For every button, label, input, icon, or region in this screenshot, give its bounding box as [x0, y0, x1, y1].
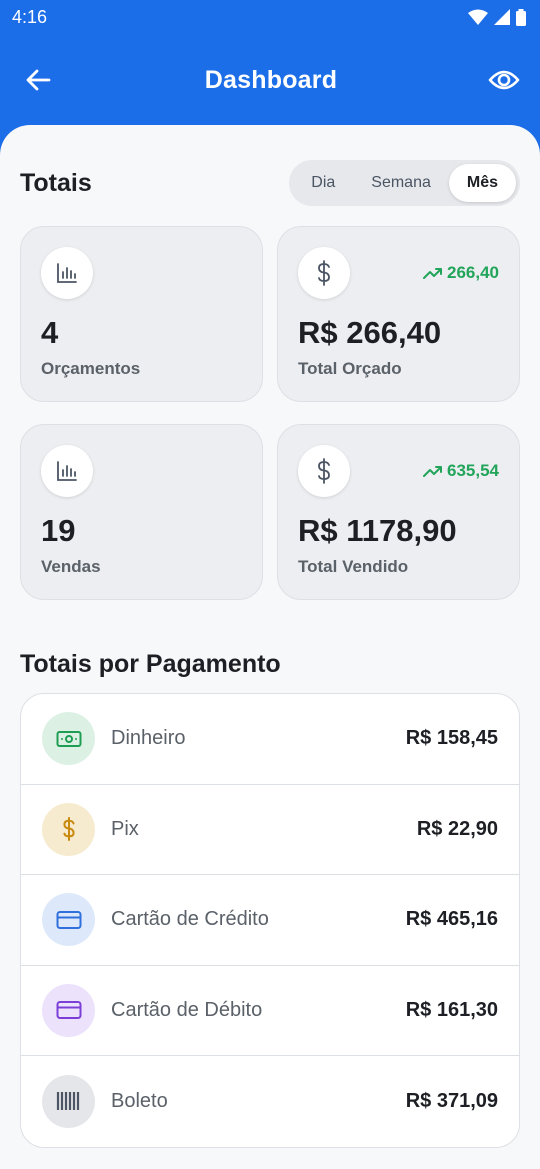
eye-icon — [488, 70, 520, 90]
battery-icon — [516, 8, 526, 26]
payment-icon-wrap — [42, 1074, 95, 1128]
card-value: R$ 266,40 — [298, 315, 442, 350]
payment-row-boleto[interactable]: Boleto R$ 371,09 — [21, 1056, 519, 1147]
totals-header: Totais Dia Semana Mês — [20, 158, 520, 208]
payment-icon-wrap — [42, 802, 95, 856]
card-icon-wrap — [298, 445, 350, 497]
card-label: Total Vendido — [298, 557, 409, 576]
payment-row-debito[interactable]: Cartão de Débito R$ 161,30 — [21, 966, 519, 1056]
dollar-icon — [318, 458, 330, 484]
totals-grid: 4 Orçamentos 266,40 R$ 266,40 Total Orça… — [20, 226, 520, 600]
payment-label: Pix — [111, 817, 139, 840]
payment-label: Dinheiro — [111, 727, 186, 750]
trend-value: 266,40 — [447, 263, 499, 282]
payment-amount: R$ 465,16 — [405, 908, 498, 931]
card-icon-wrap — [41, 445, 93, 497]
back-button[interactable] — [22, 64, 54, 96]
totals-title: Totais — [20, 168, 92, 197]
period-selector: Dia Semana Mês — [289, 160, 520, 206]
signal-icon — [494, 9, 510, 25]
trending-up-icon — [423, 466, 442, 477]
payment-amount: R$ 158,45 — [405, 727, 498, 750]
payment-row-pix[interactable]: Pix R$ 22,90 — [21, 785, 519, 875]
card-orcamentos[interactable]: 4 Orçamentos — [20, 226, 263, 402]
page-title: Dashboard — [204, 65, 338, 94]
card-icon-wrap — [298, 247, 350, 299]
card-total-vendido[interactable]: 635,54 R$ 1178,90 Total Vendido — [277, 424, 520, 600]
payment-row-credito[interactable]: Cartão de Crédito R$ 465,16 — [21, 875, 519, 966]
status-bar: 4:16 — [0, 0, 540, 34]
payment-amount: R$ 371,09 — [405, 1089, 498, 1112]
payments-title: Totais por Pagamento — [20, 650, 281, 678]
status-icons — [468, 8, 526, 26]
app-bar: Dashboard — [0, 34, 540, 126]
payment-row-dinheiro[interactable]: Dinheiro R$ 158,45 — [21, 694, 519, 785]
visibility-toggle-button[interactable] — [488, 64, 520, 96]
card-total-orcado[interactable]: 266,40 R$ 266,40 Total Orçado — [277, 226, 520, 402]
status-time: 4:16 — [12, 6, 48, 27]
dollar-icon — [62, 817, 75, 842]
payments-list: Dinheiro R$ 158,45 Pix R$ 22,90 Cartão d… — [20, 693, 520, 1148]
payment-amount: R$ 22,90 — [416, 817, 498, 840]
payment-amount: R$ 161,30 — [405, 998, 498, 1021]
cash-icon — [56, 730, 81, 747]
payment-label: Cartão de Crédito — [111, 908, 269, 931]
dashboard-content: Totais Dia Semana Mês 4 Orçamentos 266,4… — [0, 125, 540, 1169]
trend-indicator: 266,40 — [423, 263, 499, 283]
payment-label: Cartão de Débito — [111, 998, 263, 1021]
card-label: Vendas — [41, 557, 101, 576]
card-label: Total Orçado — [298, 359, 402, 378]
card-value: R$ 1178,90 — [298, 513, 457, 548]
credit-card-icon — [56, 910, 81, 929]
payment-icon-wrap — [42, 893, 95, 947]
card-vendas[interactable]: 19 Vendas — [20, 424, 263, 600]
payment-icon-wrap — [42, 712, 95, 766]
payment-label: Boleto — [111, 1089, 168, 1112]
dollar-icon — [318, 260, 330, 286]
card-label: Orçamentos — [41, 359, 141, 378]
debit-card-icon — [56, 1001, 81, 1020]
trend-value: 635,54 — [447, 461, 499, 480]
bar-chart-icon — [57, 263, 77, 283]
arrow-left-icon — [26, 69, 51, 91]
period-tab-day[interactable]: Dia — [293, 164, 353, 202]
period-tab-month[interactable]: Mês — [448, 164, 516, 202]
payment-icon-wrap — [42, 983, 95, 1037]
trending-up-icon — [423, 268, 442, 279]
barcode-icon — [56, 1092, 79, 1111]
period-tab-week[interactable]: Semana — [353, 164, 449, 202]
card-icon-wrap — [41, 247, 93, 299]
card-value: 19 — [41, 513, 76, 548]
card-value: 4 — [41, 315, 59, 350]
bar-chart-icon — [57, 461, 77, 481]
trend-indicator: 635,54 — [423, 461, 499, 481]
wifi-icon — [468, 9, 488, 25]
